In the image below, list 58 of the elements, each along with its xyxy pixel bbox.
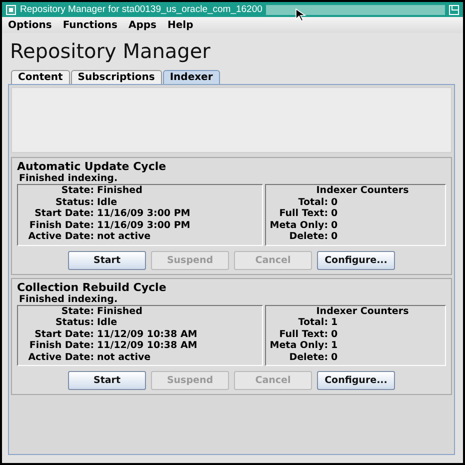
tab[interactable]: Content (11, 70, 70, 84)
field-label: Start Date: (34, 328, 94, 340)
menu-item[interactable]: Help (167, 20, 194, 30)
field-label: Finish Date: (28, 220, 94, 231)
page-heading: Repository Manager (9, 38, 212, 65)
counter-label: Meta Only: (268, 220, 328, 231)
field-label: Status: (54, 196, 94, 208)
counters-title: Indexer Counters (315, 185, 410, 196)
field-label: Active Date: (27, 352, 94, 363)
counter-label: Full Text: (278, 208, 328, 220)
counter-value: 0 (331, 352, 338, 363)
window-title: Repository Manager for sta00139_us_oracle_com_16200 (20, 4, 262, 15)
field-label: Start Date: (34, 208, 94, 220)
counter-value: 0 (331, 220, 338, 231)
counter-label: Delete: (288, 231, 328, 242)
field-value: Finished (97, 185, 142, 196)
field-value: not active (97, 352, 151, 363)
field-label: State: (60, 306, 94, 317)
action-button[interactable]: Configure... (317, 250, 395, 270)
counter-value: 0 (331, 196, 338, 208)
counter-value: 0 (331, 208, 338, 220)
counter-label: Total: (298, 196, 328, 208)
section-title: Automatic Update Cycle (17, 160, 168, 173)
field-label: Finish Date: (28, 340, 94, 352)
counters-title: Indexer Counters (315, 306, 410, 317)
counter-label: Total: (298, 317, 328, 328)
field-label: Active Date: (27, 231, 94, 242)
section-title: Collection Rebuild Cycle (17, 280, 168, 294)
field-value: Finished (97, 306, 142, 317)
action-button[interactable]: Start (68, 371, 146, 390)
counter-label: Full Text: (278, 328, 328, 340)
action-button[interactable]: Configure... (317, 371, 395, 390)
field-value: 11/16/09 3:00 PM (97, 220, 190, 231)
counter-label: Meta Only: (268, 340, 328, 352)
status-message: Finished indexing. (18, 173, 119, 184)
tab[interactable]: Indexer (162, 70, 220, 84)
counter-value: 0 (331, 231, 338, 242)
counter-value: 0 (331, 328, 338, 340)
action-button[interactable]: Start (68, 250, 146, 270)
menu-item[interactable]: Functions (62, 20, 118, 30)
field-label: State: (60, 185, 94, 196)
mouse-cursor-icon (295, 8, 307, 22)
status-message: Finished indexing. (18, 294, 119, 304)
window-menu-icon[interactable] (6, 4, 16, 14)
counter-value: 1 (331, 340, 338, 352)
maximize-icon[interactable] (449, 4, 459, 14)
field-value: Idle (97, 317, 118, 328)
field-value: 11/12/09 10:38 AM (97, 340, 198, 352)
field-value: not active (97, 231, 151, 242)
tab[interactable]: Subscriptions (70, 70, 162, 84)
menu-item[interactable]: Options (8, 20, 52, 30)
counter-value: 1 (331, 317, 338, 328)
field-value: Idle (97, 196, 118, 208)
field-value: 11/16/09 3:00 PM (97, 208, 190, 220)
field-value: 11/12/09 10:38 AM (97, 328, 198, 340)
field-label: Status: (54, 317, 94, 328)
menu-item[interactable]: Apps (128, 20, 156, 30)
counter-label: Delete: (288, 352, 328, 363)
